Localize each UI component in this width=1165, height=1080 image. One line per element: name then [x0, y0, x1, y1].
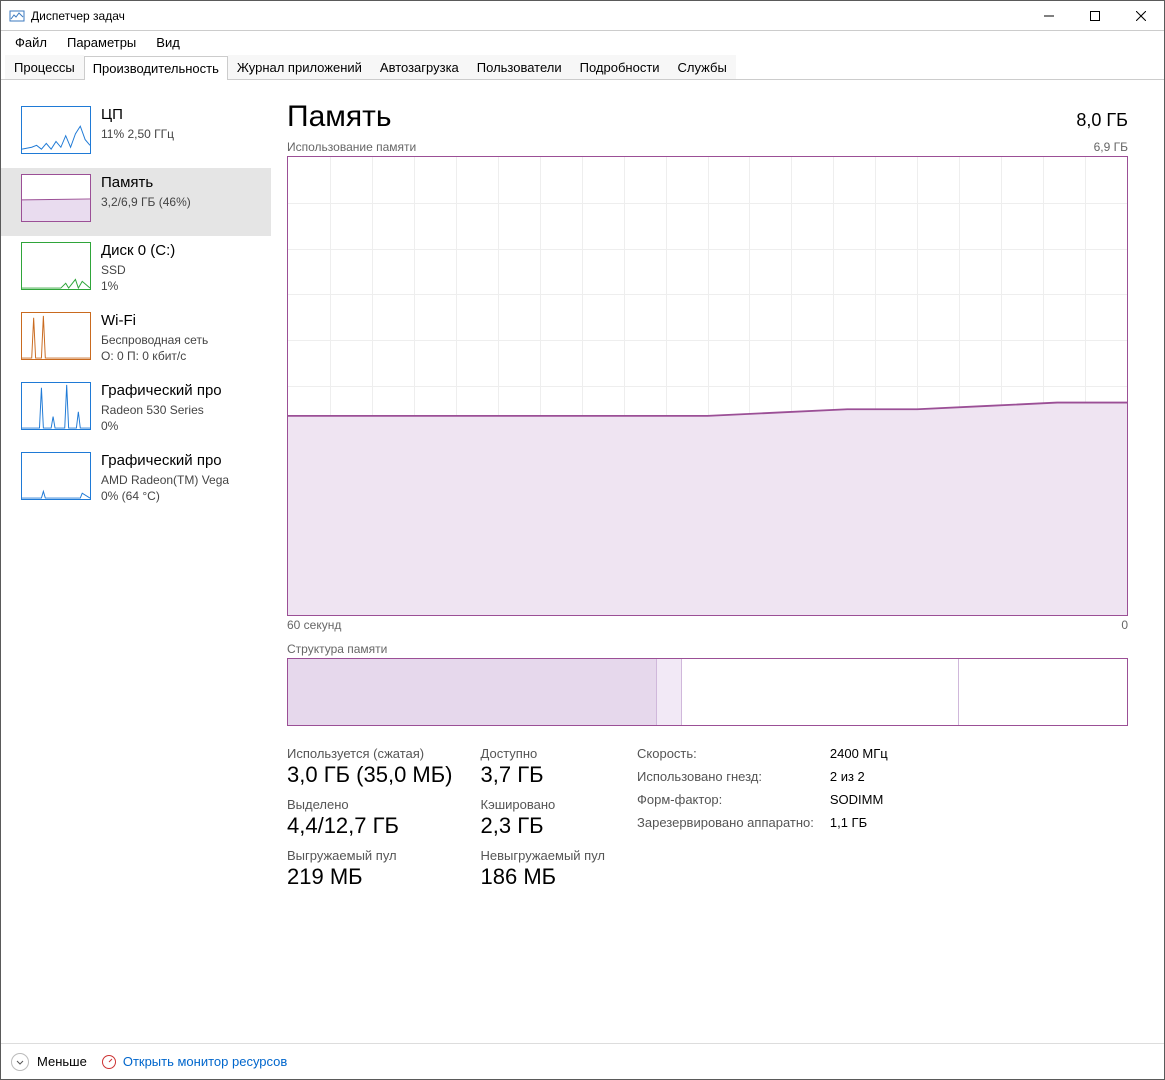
memory-sub: 3,2/6,9 ГБ (46%) [101, 194, 191, 210]
tab-bar: Процессы Производительность Журнал прило… [1, 53, 1164, 80]
stat-speed-label: Скорость: [637, 746, 814, 761]
stat-avail-label: Доступно [481, 746, 606, 761]
stat-used-value: 3,0 ГБ (35,0 МБ) [287, 761, 453, 789]
chart-label-max: 6,9 ГБ [1094, 140, 1128, 154]
stat-used-label: Используется (сжатая) [287, 746, 453, 761]
footer-bar: Меньше Открыть монитор ресурсов [1, 1043, 1164, 1079]
tab-details[interactable]: Подробности [571, 55, 669, 79]
sidebar-item-disk[interactable]: Диск 0 (C:) SSD 1% [1, 236, 271, 306]
performance-sidebar: ЦП 11% 2,50 ГГц Память 3,2/6,9 ГБ (46%) … [1, 80, 271, 1043]
wifi-sub1: Беспроводная сеть [101, 332, 208, 348]
stat-nonpaged-value: 186 МБ [481, 863, 606, 891]
cpu-sub: 11% 2,50 ГГц [101, 126, 174, 142]
gpu0-sub2: 0% [101, 418, 222, 434]
disk-sub2: 1% [101, 278, 175, 294]
panel-total: 8,0 ГБ [1076, 110, 1128, 131]
memstruct-standby [682, 659, 959, 725]
tab-performance[interactable]: Производительность [84, 56, 228, 80]
menu-options[interactable]: Параметры [59, 33, 144, 52]
stat-cached-value: 2,3 ГБ [481, 812, 606, 840]
cpu-title: ЦП [101, 106, 174, 124]
stat-form-value: SODIMM [830, 792, 888, 807]
menu-bar: Файл Параметры Вид [1, 31, 1164, 53]
memory-usage-chart [287, 156, 1128, 616]
chart-label-60s: 60 секунд [287, 618, 341, 632]
title-bar: Диспетчер задач [1, 1, 1164, 31]
sidebar-item-memory[interactable]: Память 3,2/6,9 ГБ (46%) [1, 168, 271, 236]
window-title: Диспетчер задач [31, 9, 1026, 23]
disk-thumb [21, 242, 91, 290]
memory-panel: Память 8,0 ГБ Использование памяти 6,9 Г… [271, 80, 1164, 1043]
tab-processes[interactable]: Процессы [5, 55, 84, 79]
memory-title: Память [101, 174, 191, 192]
menu-view[interactable]: Вид [148, 33, 188, 52]
stat-commit-value: 4,4/12,7 ГБ [287, 812, 453, 840]
memstruct-free [959, 659, 1127, 725]
panel-title: Память [287, 100, 392, 134]
gpu0-thumb [21, 382, 91, 430]
sidebar-item-gpu0[interactable]: Графический про Radeon 530 Series 0% [1, 376, 271, 446]
disk-sub1: SSD [101, 262, 175, 278]
gpu1-thumb [21, 452, 91, 500]
memory-thumb [21, 174, 91, 222]
stat-paged-value: 219 МБ [287, 863, 453, 891]
chart-label-zero: 0 [1121, 618, 1128, 632]
stat-nonpaged-label: Невыгружаемый пул [481, 848, 606, 863]
fewer-details-button[interactable]: Меньше [11, 1053, 87, 1071]
fewer-details-label: Меньше [37, 1054, 87, 1069]
memory-structure-label: Структура памяти [287, 642, 1128, 656]
tab-services[interactable]: Службы [669, 55, 736, 79]
sidebar-item-wifi[interactable]: Wi-Fi Беспроводная сеть О: 0 П: 0 кбит/с [1, 306, 271, 376]
stat-avail-value: 3,7 ГБ [481, 761, 606, 789]
tab-apphistory[interactable]: Журнал приложений [228, 55, 371, 79]
tab-users[interactable]: Пользователи [468, 55, 571, 79]
app-icon [9, 8, 25, 24]
resource-monitor-icon [101, 1054, 117, 1070]
memory-structure-bar [287, 658, 1128, 726]
gpu0-title: Графический про [101, 382, 222, 400]
memstruct-inuse [288, 659, 657, 725]
chevron-down-icon [11, 1053, 29, 1071]
sidebar-item-gpu1[interactable]: Графический про AMD Radeon(TM) Vega 0% (… [1, 446, 271, 516]
memstruct-modified [657, 659, 682, 725]
stat-commit-label: Выделено [287, 797, 453, 812]
cpu-thumb [21, 106, 91, 154]
disk-title: Диск 0 (C:) [101, 242, 175, 260]
gpu0-sub1: Radeon 530 Series [101, 402, 222, 418]
wifi-sub2: О: 0 П: 0 кбит/с [101, 348, 208, 364]
stat-slots-value: 2 из 2 [830, 769, 888, 784]
gpu1-title: Графический про [101, 452, 229, 470]
wifi-thumb [21, 312, 91, 360]
stat-form-label: Форм-фактор: [637, 792, 814, 807]
gpu1-sub2: 0% (64 °C) [101, 488, 229, 504]
stat-speed-value: 2400 МГц [830, 746, 888, 761]
stat-hw-value: 1,1 ГБ [830, 815, 888, 830]
stat-hw-label: Зарезервировано аппаратно: [637, 815, 814, 830]
maximize-button[interactable] [1072, 1, 1118, 31]
open-resource-monitor-link[interactable]: Открыть монитор ресурсов [101, 1054, 287, 1070]
wifi-title: Wi-Fi [101, 312, 208, 330]
open-resource-monitor-label: Открыть монитор ресурсов [123, 1054, 287, 1069]
minimize-button[interactable] [1026, 1, 1072, 31]
gpu1-sub1: AMD Radeon(TM) Vega [101, 472, 229, 488]
chart-label-usage: Использование памяти [287, 140, 416, 154]
sidebar-item-cpu[interactable]: ЦП 11% 2,50 ГГц [1, 100, 271, 168]
stat-slots-label: Использовано гнезд: [637, 769, 814, 784]
tab-startup[interactable]: Автозагрузка [371, 55, 468, 79]
close-button[interactable] [1118, 1, 1164, 31]
stat-paged-label: Выгружаемый пул [287, 848, 453, 863]
menu-file[interactable]: Файл [7, 33, 55, 52]
stat-cached-label: Кэшировано [481, 797, 606, 812]
